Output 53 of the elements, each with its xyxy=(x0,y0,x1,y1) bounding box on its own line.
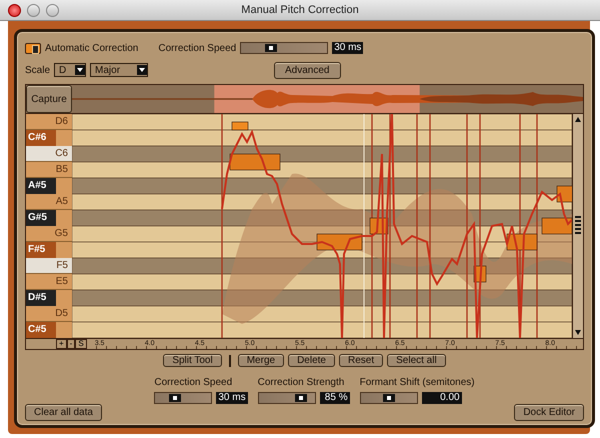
close-button[interactable] xyxy=(8,4,21,17)
slider-thumb[interactable] xyxy=(265,44,278,52)
correction-speed-label: Correction Speed xyxy=(158,42,236,54)
value-readout: 0.00 xyxy=(422,392,462,404)
slider-label: Formant Shift (semitones) xyxy=(360,377,475,388)
piano-key[interactable]: F#5 xyxy=(26,242,56,258)
slider-label: Correction Speed xyxy=(154,377,234,388)
piano-key[interactable]: A5 xyxy=(26,194,72,210)
piano-key[interactable]: C#6 xyxy=(26,130,56,146)
toggle-switch[interactable] xyxy=(25,42,41,54)
key-dropdown[interactable]: D xyxy=(54,63,86,77)
correction-speed-slider[interactable] xyxy=(240,42,328,54)
note-blocks[interactable] xyxy=(230,122,572,282)
piano-key[interactable]: A#5 xyxy=(26,178,56,194)
zoom-button[interactable] xyxy=(46,4,59,17)
dock-editor-button[interactable]: Dock Editor xyxy=(514,404,584,421)
window-title: Manual Pitch Correction xyxy=(241,4,359,16)
parameter-slider[interactable] xyxy=(258,392,316,404)
edit-button[interactable]: Reset xyxy=(338,354,384,367)
slider-thumb[interactable] xyxy=(382,394,395,402)
scroll-up-arrow-icon[interactable] xyxy=(575,117,581,122)
edit-button[interactable]: Split Tool xyxy=(163,354,222,367)
scale-label: Scale xyxy=(25,64,50,76)
vertical-scrollbar[interactable] xyxy=(572,114,583,338)
slider-thumb[interactable] xyxy=(168,394,181,402)
value-readout: 30 ms xyxy=(216,392,248,404)
mode-dropdown[interactable]: Major xyxy=(90,63,148,77)
parameter-slider[interactable] xyxy=(154,392,212,404)
slider-thumb[interactable] xyxy=(294,394,307,402)
piano-key[interactable]: D5 xyxy=(26,306,72,322)
piano-key[interactable]: G#5 xyxy=(26,210,56,226)
advanced-button[interactable]: Advanced xyxy=(274,62,340,78)
zoom-control[interactable]: S xyxy=(75,339,87,349)
edit-button[interactable]: Delete xyxy=(288,354,335,367)
piano-key[interactable]: C6 xyxy=(26,146,72,162)
scroll-thumb[interactable] xyxy=(575,216,581,236)
minimize-button[interactable] xyxy=(27,4,40,17)
piano-key[interactable]: G5 xyxy=(26,226,72,242)
piano-key[interactable]: B5 xyxy=(26,162,72,178)
edit-button[interactable]: Merge xyxy=(238,354,284,367)
slider-label: Correction Strength xyxy=(258,377,346,388)
parameter-slider[interactable] xyxy=(360,392,418,404)
piano-key[interactable]: D6 xyxy=(26,114,72,130)
piano-key[interactable]: C#5 xyxy=(26,322,56,338)
speed-readout: 30 ms xyxy=(332,42,364,54)
clear-all-button[interactable]: Clear all data xyxy=(25,404,102,421)
piano-key[interactable]: E5 xyxy=(26,274,72,290)
piano-key[interactable]: F5 xyxy=(26,258,72,274)
zoom-control[interactable]: + xyxy=(56,339,67,349)
value-readout: 85 % xyxy=(320,392,350,404)
auto-correction-label: Automatic Correction xyxy=(45,42,138,54)
edit-button[interactable]: Select all xyxy=(387,354,446,367)
piano-key[interactable]: D#5 xyxy=(26,290,56,306)
